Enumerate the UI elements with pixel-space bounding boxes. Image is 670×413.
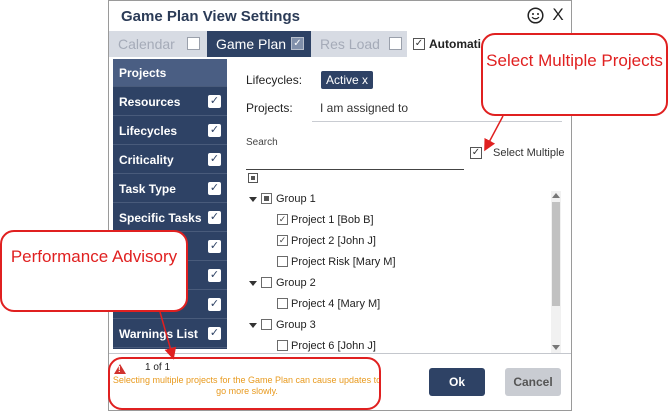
select-multiple-label: Select Multiple — [493, 147, 565, 159]
lifecycles-label: Lifecycles: — [246, 73, 303, 87]
tab-checkbox[interactable]: ✓ — [291, 37, 304, 50]
tree-label: Group 1 — [276, 193, 316, 205]
checkbox-checked-icon[interactable]: ✓ — [208, 327, 221, 340]
select-all-checkbox[interactable] — [248, 173, 258, 183]
group-checkbox[interactable] — [261, 319, 272, 330]
tree-label: Project 2 [John J] — [291, 235, 376, 247]
smiley-icon[interactable] — [527, 7, 544, 24]
select-multiple-checkbox[interactable]: ✓ — [470, 147, 482, 159]
sidebar-item-projects[interactable]: Projects — [113, 59, 227, 87]
sidebar-item-lifecycles[interactable]: Lifecycles ✓ — [113, 117, 227, 145]
automatic-label: Automatic — [429, 37, 488, 51]
callout-select-multiple: Select Multiple Projects — [481, 33, 668, 116]
caret-down-icon[interactable] — [249, 281, 257, 286]
close-icon[interactable]: X — [550, 5, 566, 25]
project-checkbox[interactable] — [277, 256, 288, 267]
tree-scrollbar[interactable] — [551, 191, 561, 353]
checkbox-checked-icon[interactable]: ✓ — [208, 240, 221, 253]
sidebar-item-warnings-list[interactable]: Warnings List ✓ — [113, 320, 227, 348]
sidebar-item-label: Criticality — [119, 153, 174, 167]
tree-label: Project Risk [Mary M] — [291, 256, 396, 268]
checkbox-checked-icon[interactable]: ✓ — [208, 124, 221, 137]
tree-label: Project 4 [Mary M] — [291, 298, 381, 310]
sidebar-item-label: Projects — [119, 66, 167, 80]
automatic-checkbox[interactable]: ✓ — [413, 38, 425, 50]
sidebar-item-task-type[interactable]: Task Type ✓ — [113, 175, 227, 203]
callout-performance-advisory: Performance Advisory — [0, 230, 188, 312]
sidebar-item-criticality[interactable]: Criticality ✓ — [113, 146, 227, 174]
scrollbar-thumb[interactable] — [552, 202, 560, 306]
tab-label: Calendar — [118, 36, 175, 52]
checkbox-checked-icon[interactable]: ✓ — [208, 298, 221, 311]
tab-res-load[interactable]: Res Load — [311, 31, 407, 57]
group-checkbox[interactable] — [261, 277, 272, 288]
sidebar-item-specific-tasks[interactable]: Specific Tasks ✓ — [113, 204, 227, 232]
tab-label: Game Plan — [216, 36, 287, 52]
tab-checkbox[interactable] — [389, 37, 402, 50]
project-checkbox[interactable] — [277, 340, 288, 351]
tree-label: Project 1 [Bob B] — [291, 214, 374, 226]
checkbox-checked-icon[interactable]: ✓ — [208, 153, 221, 166]
project-tree: Group 1 ✓ Project 1 [Bob B] ✓ Project 2 … — [239, 189, 555, 355]
dialog-title: Game Plan View Settings — [121, 8, 300, 25]
project-checkbox[interactable]: ✓ — [277, 214, 288, 225]
project-checkbox[interactable] — [277, 298, 288, 309]
ok-button[interactable]: Ok — [429, 368, 485, 396]
checkbox-checked-icon[interactable]: ✓ — [208, 211, 221, 224]
sidebar-item-resources[interactable]: Resources ✓ — [113, 88, 227, 116]
checkbox-checked-icon[interactable]: ✓ — [208, 182, 221, 195]
tab-game-plan[interactable]: Game Plan ✓ — [207, 31, 311, 57]
search-label: Search — [246, 137, 278, 148]
tree-label: Group 3 — [276, 319, 316, 331]
scroll-up-icon[interactable] — [552, 193, 560, 198]
tab-checkbox[interactable] — [187, 37, 200, 50]
search-input[interactable] — [246, 151, 464, 170]
sidebar-item-label: Resources — [119, 95, 181, 109]
project-checkbox[interactable]: ✓ — [277, 235, 288, 246]
lifecycle-chip-active[interactable]: Active x — [321, 71, 374, 89]
footer-divider — [109, 353, 571, 354]
group-checkbox[interactable] — [261, 193, 272, 204]
sidebar-item-label: Specific Tasks — [119, 211, 202, 225]
warning-highlight-box — [108, 357, 381, 410]
checkbox-checked-icon[interactable]: ✓ — [208, 269, 221, 282]
sidebar-item-label: Task Type — [119, 182, 176, 196]
cancel-button[interactable]: Cancel — [505, 368, 561, 396]
tree-label: Group 2 — [276, 277, 316, 289]
checkbox-checked-icon[interactable]: ✓ — [208, 95, 221, 108]
caret-down-icon[interactable] — [249, 197, 257, 202]
tab-label: Res Load — [320, 36, 380, 52]
projects-label: Projects: — [246, 101, 293, 115]
tab-calendar[interactable]: Calendar — [109, 31, 207, 57]
caret-down-icon[interactable] — [249, 323, 257, 328]
dialog-titlebar: Game Plan View Settings X — [109, 1, 571, 31]
scroll-down-icon[interactable] — [552, 345, 560, 350]
sidebar-item-label: Lifecycles — [119, 124, 178, 138]
sidebar-item-label: Warnings List — [119, 327, 198, 341]
